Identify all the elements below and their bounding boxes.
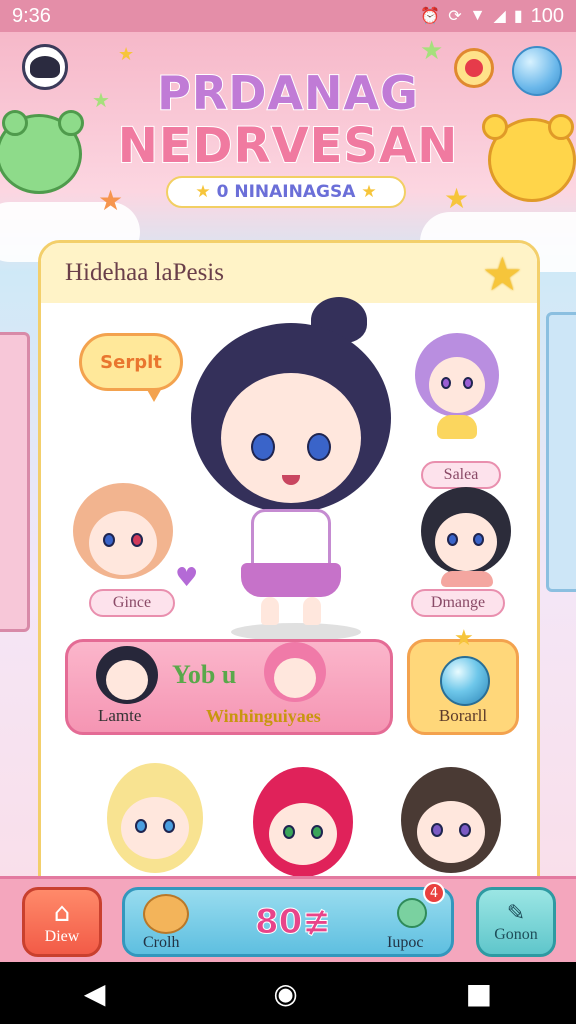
- panel-header: Hidehaa laPesis ★: [41, 243, 537, 303]
- status-icons: ⏰ ⟳ ▼ ◢ ▮ 100: [420, 5, 564, 28]
- shop-icon[interactable]: [397, 898, 427, 928]
- building-right: [546, 312, 576, 592]
- notification-badge: 4: [423, 882, 445, 904]
- character-eye: [131, 533, 143, 547]
- character-face: [274, 658, 316, 698]
- orb-card[interactable]: ★ Borarll: [407, 626, 519, 735]
- character-skirt: [241, 563, 341, 597]
- character-eye: [307, 433, 331, 461]
- star-icon: ★: [195, 182, 211, 202]
- wifi-icon: ▼: [469, 7, 486, 24]
- character-body: [441, 571, 493, 587]
- featured-title: Yob u: [172, 660, 237, 689]
- currency-bar[interactable]: Crolh 80≢ 4 Iupoc: [122, 882, 454, 957]
- speech-bubble: Serplt: [79, 333, 183, 402]
- subtitle-text: 0 NINAINAGSA: [216, 182, 356, 202]
- character-blonde[interactable]: [101, 763, 211, 883]
- view-label: Diew: [44, 928, 80, 945]
- featured-banner[interactable]: Yob u Lamte Winhinguiyaes: [65, 639, 393, 735]
- character-eye: [103, 533, 115, 547]
- status-time: 9:36: [12, 4, 51, 27]
- subtitle-banner: ★ 0 NINAINAGSA ★: [166, 176, 406, 208]
- character-eye: [463, 377, 473, 389]
- recents-icon[interactable]: ■: [466, 977, 492, 1010]
- building-left: [0, 332, 30, 632]
- character-eye: [135, 819, 147, 833]
- orb-icon: [440, 656, 490, 706]
- character-eye: [447, 533, 458, 546]
- view-button[interactable]: ⌂ Diew: [22, 887, 102, 957]
- favorite-star-icon[interactable]: ★: [482, 247, 523, 301]
- home-icon: ⌂: [53, 898, 71, 928]
- character-eye: [459, 823, 471, 837]
- character-eye: [283, 825, 295, 839]
- character-face: [89, 511, 157, 575]
- battery-icon: ▮: [513, 8, 523, 25]
- character-leg: [261, 597, 279, 625]
- character-shirt: [251, 509, 331, 569]
- settings-button[interactable]: ✎ Gonon: [476, 887, 556, 957]
- star-icon: ★: [98, 184, 124, 217]
- character-eye: [441, 377, 451, 389]
- character-face: [106, 660, 148, 700]
- panel-title: Hidehaa laPesis: [65, 259, 224, 286]
- character-eye: [163, 819, 175, 833]
- home-button-icon[interactable]: ◉: [273, 977, 297, 1010]
- main-character[interactable]: [191, 297, 391, 641]
- name-tag-dmange: Dmange: [411, 589, 505, 617]
- character-dmange[interactable]: [413, 479, 523, 589]
- name-text: Dmange: [430, 594, 486, 611]
- back-icon[interactable]: ◀: [84, 977, 106, 1010]
- character-eye: [311, 825, 323, 839]
- character-gince[interactable]: [65, 475, 185, 595]
- character-face: [121, 797, 189, 859]
- sync-icon: ⟳: [448, 8, 462, 25]
- battery-level: 100: [530, 4, 564, 27]
- star-icon: ★: [420, 36, 444, 66]
- shop-label: Iupoc: [387, 934, 424, 951]
- character-leg: [303, 597, 321, 625]
- right-label: Gonon: [494, 925, 538, 943]
- crush-label: Crolh: [143, 934, 180, 951]
- star-icon: ★: [454, 626, 474, 651]
- name-tag-gince: Gince: [89, 589, 175, 617]
- character-face: [417, 801, 485, 863]
- character-select-panel: Hidehaa laPesis ★ Serplt Salea ♥ Gince D…: [38, 240, 540, 920]
- character-eye: [431, 823, 443, 837]
- orb-label: Borarll: [438, 706, 488, 725]
- coin-count: 80≢: [255, 902, 332, 943]
- bottom-nav: ⌂ Diew Crolh 80≢ 4 Iupoc ✎ Gonon: [0, 876, 576, 962]
- alarm-icon: ⏰: [420, 8, 441, 25]
- signal-icon: ◢: [493, 8, 506, 25]
- character-face: [435, 513, 497, 571]
- game-screen: ★ ★ ★ ★ ★ PRDANAG NEDRVESAN ★ 0 NINAINAG…: [0, 32, 576, 962]
- system-nav-bar: ◀ ◉ ■: [0, 962, 576, 1024]
- bear-icon: [143, 894, 189, 934]
- character-face: [269, 803, 337, 865]
- character-eye: [251, 433, 275, 461]
- heart-icon: ♥: [175, 563, 199, 593]
- speech-text: Serplt: [100, 351, 162, 373]
- character-eye: [473, 533, 484, 546]
- featured-left-label: Lamte: [98, 706, 142, 725]
- featured-subtitle: Winhinguiyaes: [206, 706, 321, 726]
- game-title-line1: PRDANAG: [156, 65, 419, 121]
- status-bar: 9:36 ⏰ ⟳ ▼ ◢ ▮ 100: [0, 0, 576, 32]
- brush-icon: ✎: [506, 900, 526, 926]
- character-redhead[interactable]: [249, 767, 359, 887]
- character-face: [429, 357, 485, 413]
- star-icon: ★: [361, 182, 377, 202]
- name-text: Gince: [112, 594, 152, 611]
- character-body: [437, 415, 477, 439]
- character-brunette[interactable]: [397, 765, 507, 885]
- character-salea[interactable]: [401, 323, 511, 453]
- star-icon: ★: [444, 182, 470, 215]
- game-title-line2: NEDRVESAN: [117, 117, 459, 175]
- star-icon: ★: [118, 44, 135, 65]
